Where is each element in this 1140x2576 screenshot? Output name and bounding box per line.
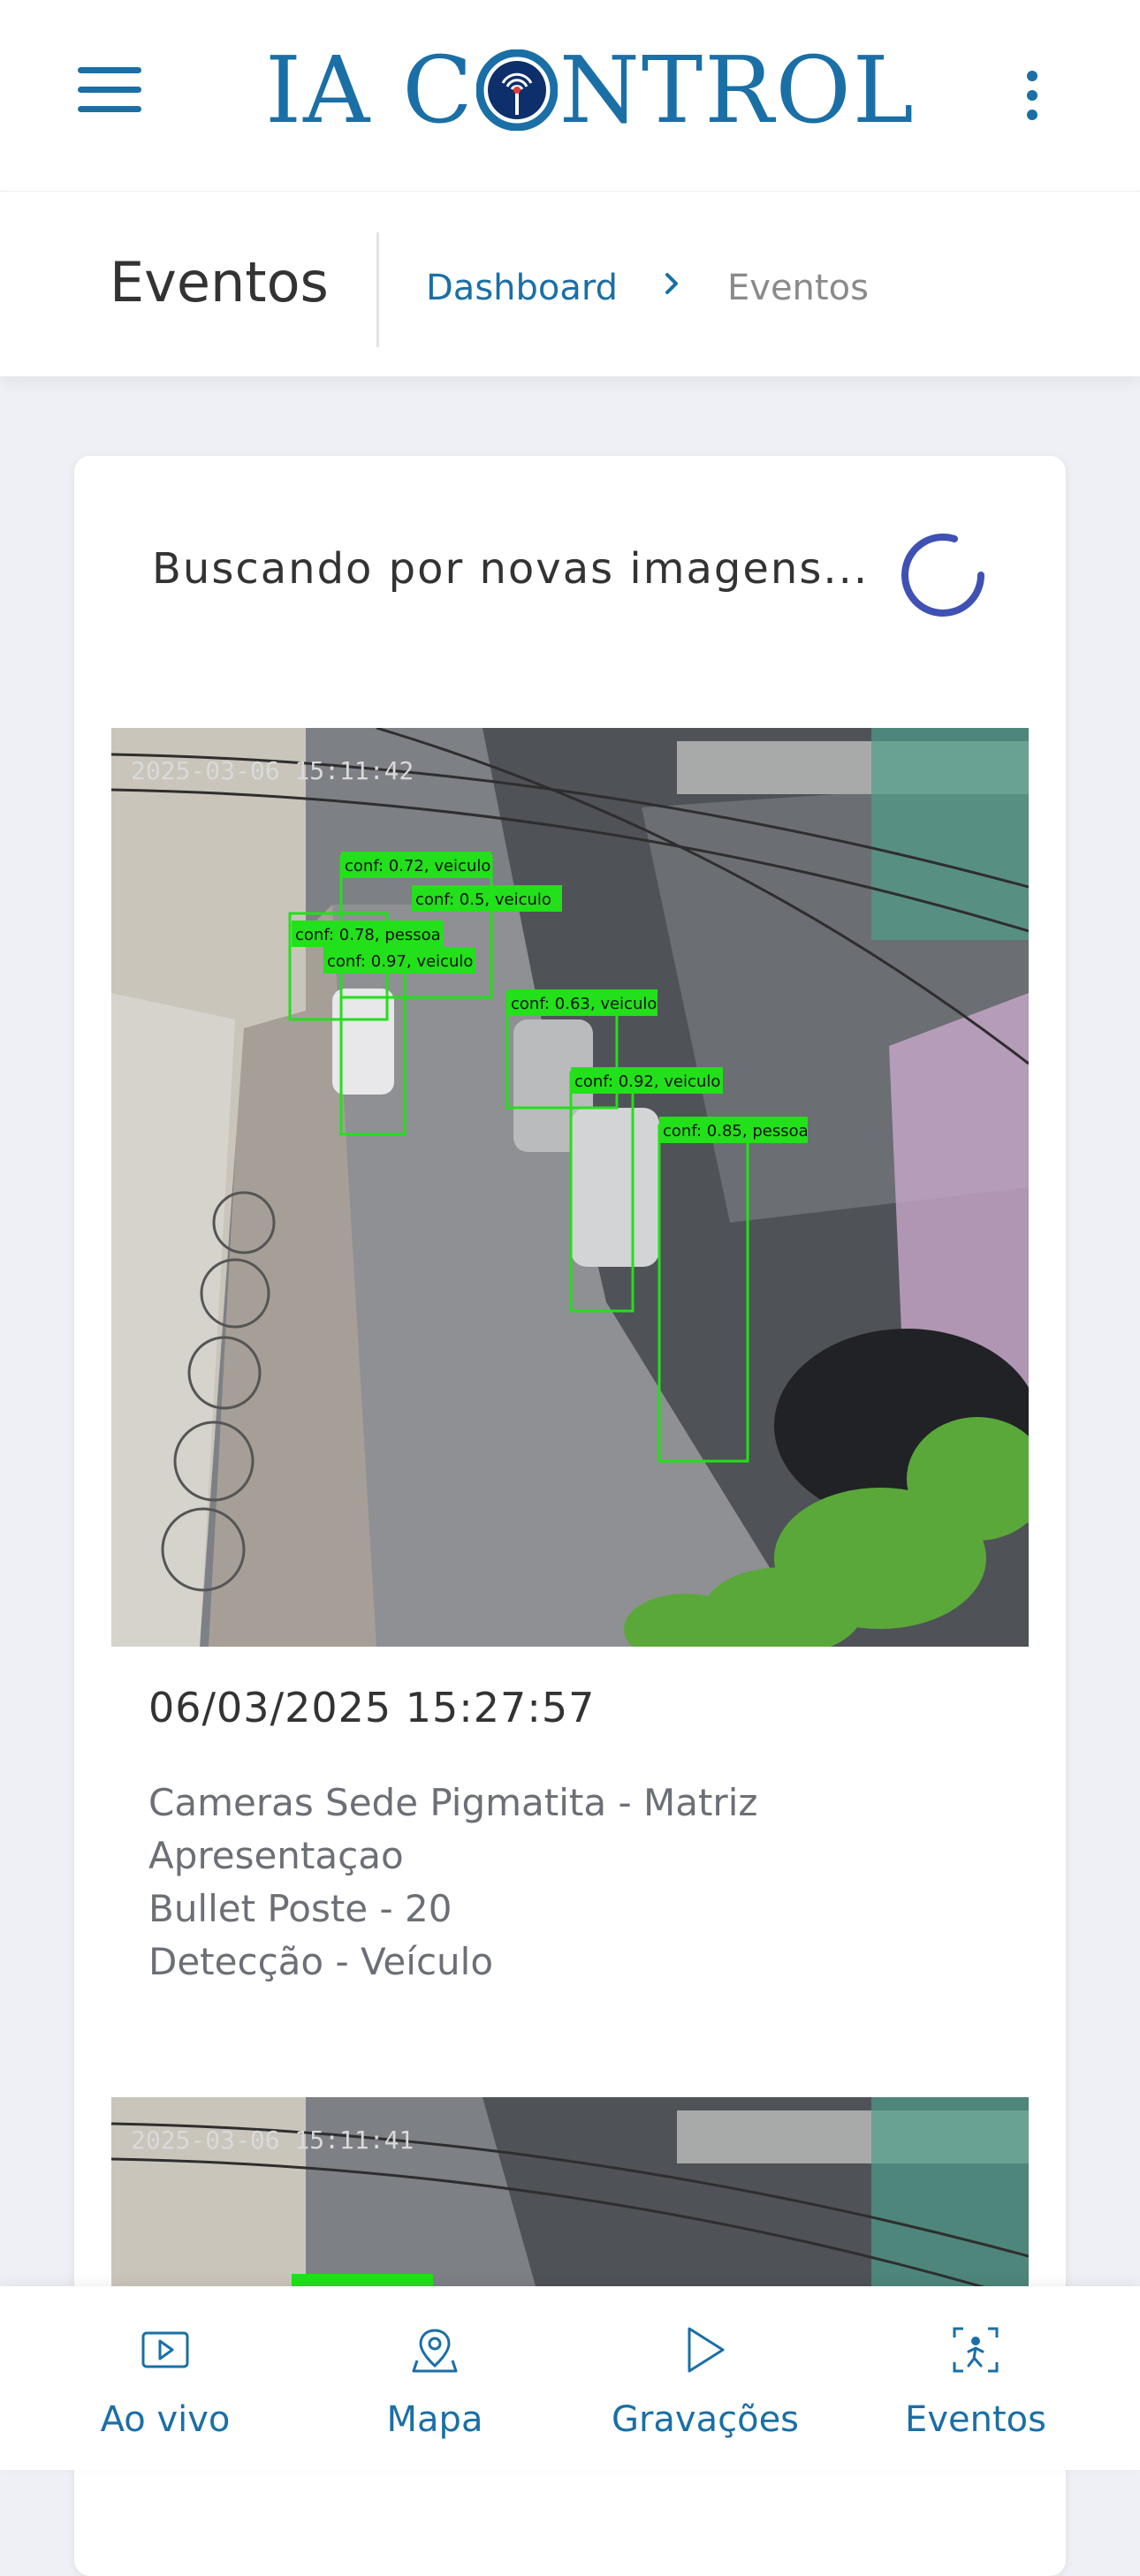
more-options-icon[interactable]	[1018, 69, 1046, 122]
logo-text-left: IA C	[265, 36, 475, 144]
play-box-icon	[141, 2331, 189, 2368]
logo-text-right: NTROL	[559, 36, 916, 144]
camera-scene: 2025-03-06 15:11:42 conf: 0.72, veiculo …	[111, 728, 1029, 1647]
event-camera-subgroup: Apresentaçao	[148, 1834, 404, 1877]
top-app-bar: IA C NTROL	[0, 0, 1140, 191]
play-triangle-icon	[688, 2327, 725, 2373]
divider	[376, 232, 379, 347]
detection-label: conf: 0.85, pessoa	[663, 1122, 809, 1140]
chevron-right-icon	[665, 273, 678, 294]
detection-label: conf: 0.5, veiculo	[415, 890, 551, 909]
nav-label: Eventos	[905, 2399, 1046, 2440]
event-snapshot-image[interactable]: 2025-03-06 15:11:41	[111, 2097, 1029, 2286]
timestamp-overlay: 2025-03-06 15:11:42	[131, 756, 414, 785]
breadcrumb: Eventos Dashboard Eventos	[0, 191, 1140, 376]
nav-label: Ao vivo	[100, 2399, 231, 2440]
loading-spinner-icon	[901, 534, 984, 617]
event-camera-name: Bullet Poste - 20	[148, 1887, 452, 1930]
nav-gravacoes[interactable]: Gravações	[599, 2286, 811, 2470]
person-scan-icon	[953, 2327, 999, 2373]
app-logo: IA C NTROL	[265, 37, 916, 143]
page-title: Eventos	[110, 250, 329, 314]
nav-ao-vivo[interactable]: Ao vivo	[59, 2286, 271, 2470]
hamburger-menu-icon[interactable]	[78, 64, 145, 117]
signal-tower-icon	[475, 49, 558, 131]
camera-scene: 2025-03-06 15:11:41	[111, 2097, 1029, 2286]
map-pin-icon	[412, 2329, 458, 2373]
breadcrumb-current: Eventos	[727, 268, 869, 308]
nav-eventos[interactable]: Eventos	[870, 2286, 1082, 2470]
detection-label: conf: 0.63, veiculo	[511, 995, 657, 1013]
event-snapshot-image[interactable]: 2025-03-06 15:11:42 conf: 0.72, veiculo …	[111, 728, 1029, 1647]
searching-status: Buscando por novas imagens...	[152, 544, 870, 594]
bottom-navigation: Ao vivo Mapa Gravações Eventos	[0, 2286, 1140, 2470]
detection-label: conf: 0.92, veiculo	[574, 1072, 720, 1091]
detection-label: conf: 0.97, veiculo	[327, 952, 473, 971]
nav-label: Mapa	[386, 2399, 483, 2440]
nav-mapa[interactable]: Mapa	[329, 2286, 541, 2470]
nav-label: Gravações	[611, 2399, 800, 2440]
timestamp-overlay: 2025-03-06 15:11:41	[131, 2125, 414, 2155]
event-detection-type: Detecção - Veículo	[148, 1940, 494, 1983]
detection-label: conf: 0.72, veiculo	[345, 857, 490, 875]
event-datetime: 06/03/2025 15:27:57	[148, 1684, 596, 1731]
detection-label: conf: 0.78, pessoa	[295, 926, 441, 944]
breadcrumb-dashboard-link[interactable]: Dashboard	[426, 268, 618, 308]
event-camera-group: Cameras Sede Pigmatita - Matriz	[148, 1781, 758, 1824]
